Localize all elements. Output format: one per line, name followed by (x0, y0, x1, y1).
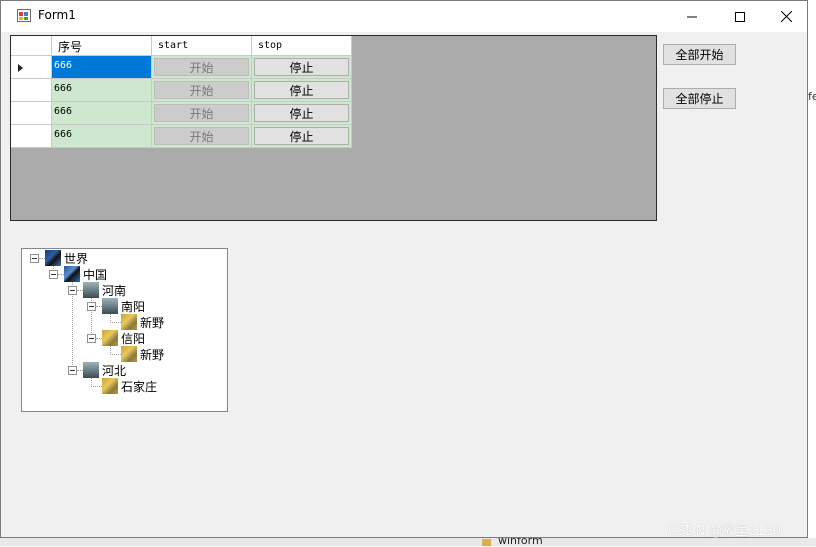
collapse-toggle-icon[interactable] (30, 254, 39, 263)
minimize-icon (687, 16, 697, 17)
province-image-icon (83, 282, 99, 298)
city-image-icon (102, 298, 118, 314)
tree-connector (110, 354, 121, 355)
close-icon (780, 11, 792, 22)
tree-connector (91, 386, 102, 387)
maximize-icon (735, 11, 745, 22)
row-stop-button[interactable]: 停止 (254, 127, 349, 145)
city-image-icon (102, 378, 118, 394)
tree-node-label: 新野 (140, 316, 165, 330)
tree-node-label: 南阳 (121, 300, 146, 314)
collapse-toggle-icon[interactable] (68, 366, 77, 375)
stop-cell: 停止 (252, 125, 352, 148)
current-row-arrow-icon (18, 64, 23, 72)
form-window: Form1 序号 start stop 666 开始 停止 666 开始 停止 … (0, 0, 808, 538)
column-header-label: stop (258, 40, 283, 51)
id-value: 666 (54, 83, 73, 94)
row-stop-button[interactable]: 停止 (254, 104, 349, 122)
row-start-button[interactable]: 开始 (154, 58, 249, 76)
column-header-start[interactable]: start (152, 36, 252, 56)
column-header-label: start (158, 40, 189, 51)
app-icon (17, 9, 31, 22)
tree-node-label: 中国 (83, 268, 108, 282)
china-image-icon (64, 266, 80, 282)
stop-cell: 停止 (252, 79, 352, 102)
row-header[interactable] (11, 102, 52, 125)
background-desktop-bottom: winform (0, 534, 816, 547)
tree-node-label: 信阳 (121, 332, 146, 346)
tree-node-label: 河北 (102, 364, 127, 378)
collapse-toggle-icon[interactable] (87, 334, 96, 343)
collapse-toggle-icon[interactable] (87, 302, 96, 311)
data-grid[interactable]: 序号 start stop 666 开始 停止 666 开始 停止 666 开始… (10, 35, 657, 221)
start-cell: 开始 (152, 102, 252, 125)
minimize-button[interactable] (669, 1, 715, 32)
stop-all-button[interactable]: 全部停止 (663, 88, 736, 109)
id-cell[interactable]: 666 (52, 102, 152, 125)
row-start-button[interactable]: 开始 (154, 127, 249, 145)
tree-view[interactable]: 世界 中国 河南 南阳 新野 信阳 新野 河北 石家庄 (21, 248, 228, 412)
close-button[interactable] (763, 1, 809, 32)
row-header[interactable] (11, 56, 52, 79)
id-value: 666 (54, 129, 73, 140)
column-header-label: 序号 (58, 40, 83, 54)
id-cell[interactable]: 666 (52, 56, 152, 79)
background-text-fragment: fe (808, 90, 816, 103)
column-header-id[interactable]: 序号 (52, 36, 152, 56)
start-cell: 开始 (152, 125, 252, 148)
id-cell[interactable]: 666 (52, 79, 152, 102)
start-cell: 开始 (152, 79, 252, 102)
row-stop-button[interactable]: 停止 (254, 81, 349, 99)
town-image-icon (121, 346, 137, 362)
stop-cell: 停止 (252, 102, 352, 125)
tree-connector (110, 322, 121, 323)
id-cell[interactable]: 666 (52, 125, 152, 148)
collapse-toggle-icon[interactable] (68, 286, 77, 295)
town-image-icon (121, 314, 137, 330)
row-header[interactable] (11, 79, 52, 102)
background-desktop-right: fe (808, 0, 816, 546)
row-start-button[interactable]: 开始 (154, 104, 249, 122)
row-header[interactable] (11, 125, 52, 148)
province-image-icon (83, 362, 99, 378)
id-value: 666 (54, 106, 73, 117)
tree-node-label: 新野 (140, 348, 165, 362)
title-bar[interactable]: Form1 (1, 1, 807, 32)
row-start-button[interactable]: 开始 (154, 81, 249, 99)
id-value: 666 (54, 60, 73, 71)
city-image-icon (102, 330, 118, 346)
column-header-stop[interactable]: stop (252, 36, 352, 56)
world-image-icon (45, 250, 61, 266)
window-title: Form1 (38, 8, 76, 22)
tree-node-label: 河南 (102, 284, 127, 298)
tree-node-label: 石家庄 (121, 380, 158, 394)
stop-cell: 停止 (252, 56, 352, 79)
grid-corner-header[interactable] (11, 36, 52, 56)
folder-icon (482, 539, 491, 546)
row-stop-button[interactable]: 停止 (254, 58, 349, 76)
start-cell: 开始 (152, 56, 252, 79)
tree-node-label: 世界 (64, 252, 89, 266)
watermark-text: CSDN @故里2130 (668, 524, 782, 539)
start-all-button[interactable]: 全部开始 (663, 44, 736, 65)
maximize-button[interactable] (717, 1, 763, 32)
collapse-toggle-icon[interactable] (49, 270, 58, 279)
